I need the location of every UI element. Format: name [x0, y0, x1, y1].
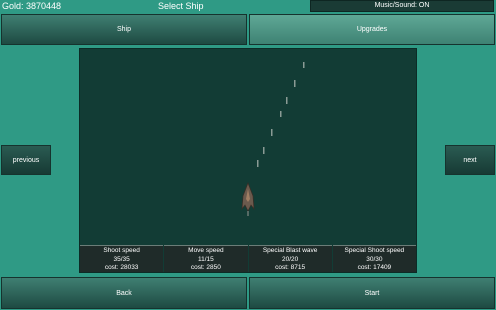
upgrade-stats-bar: Shoot speed 35/35 cost: 28033 Move speed…: [80, 245, 416, 272]
stat-cost: cost: 8715: [275, 264, 306, 271]
stat-move-speed: Move speed 11/15 cost: 2850: [164, 245, 248, 272]
bullet: [271, 129, 273, 136]
stat-level: 30/30: [366, 255, 383, 263]
bullet-trail: [257, 62, 305, 167]
bullet: [286, 97, 288, 104]
stat-special-blast-wave: Special Blast wave 20/20 cost: 8715: [248, 245, 332, 272]
stat-cost: cost: 28033: [104, 264, 139, 271]
bullet: [303, 62, 305, 68]
stat-cost: cost: 2850: [190, 264, 221, 271]
stat-name: Special Blast wave: [262, 247, 318, 254]
preview-scene: [241, 62, 305, 216]
top-bar: Gold: 3870448 Select Ship Music/Sound: O…: [0, 0, 496, 12]
stat-name: Shoot speed: [103, 247, 140, 254]
gold-counter: Gold: 3870448: [2, 1, 62, 11]
bullet: [257, 160, 259, 167]
ship-preview: Shoot speed 35/35 cost: 28033 Move speed…: [79, 48, 417, 273]
stat-level: 11/15: [197, 255, 214, 263]
tab-upgrades[interactable]: Upgrades: [249, 14, 495, 45]
music-sound-toggle[interactable]: Music/Sound: ON: [310, 0, 494, 12]
screen-title: Select Ship: [158, 1, 204, 11]
stat-cost: cost: 17409: [357, 264, 392, 271]
bullet: [294, 80, 296, 87]
stat-name: Move speed: [188, 247, 224, 254]
bullet: [280, 111, 282, 117]
stat-level: 35/35: [113, 255, 130, 263]
stat-shoot-speed: Shoot speed 35/35 cost: 28033: [80, 245, 164, 272]
previous-button[interactable]: previous: [1, 145, 51, 175]
stat-name: Special Shoot speed: [344, 247, 405, 254]
start-button[interactable]: Start: [249, 277, 495, 309]
next-button[interactable]: next: [445, 145, 495, 175]
bullet: [263, 147, 265, 154]
tab-ship[interactable]: Ship: [1, 14, 247, 45]
back-button[interactable]: Back: [1, 277, 247, 309]
player-ship-icon: [241, 182, 255, 216]
stat-level: 20/20: [281, 255, 299, 263]
stat-special-shoot-speed: Special Shoot speed 30/30 cost: 17409: [332, 245, 416, 272]
